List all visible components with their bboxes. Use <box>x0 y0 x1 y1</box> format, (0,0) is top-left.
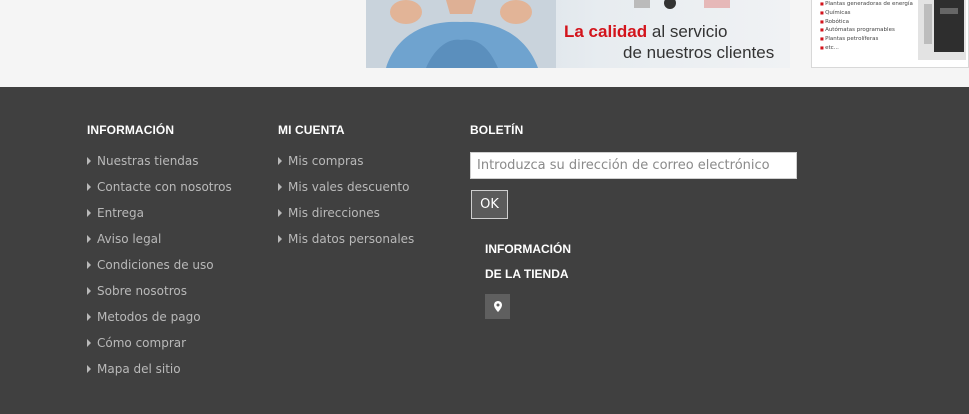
caret-right-icon <box>87 261 91 269</box>
caret-right-icon <box>87 183 91 191</box>
side-list-item: Químicas <box>820 9 913 18</box>
side-list-item: Plantas petrolíferas <box>820 35 913 44</box>
banner-person-image <box>366 0 556 68</box>
info-link[interactable]: Condiciones de uso <box>87 258 232 284</box>
account-link[interactable]: Mis compras <box>278 154 414 180</box>
side-banner[interactable]: Plantas generadoras de energíaQuímicasRo… <box>811 0 969 68</box>
info-link[interactable]: Contacte con nosotros <box>87 180 232 206</box>
account-link-label: Mis vales descuento <box>288 180 410 194</box>
info-link[interactable]: Metodos de pago <box>87 310 232 336</box>
caret-right-icon <box>87 157 91 165</box>
banner-subline: de nuestros clientes <box>623 43 775 62</box>
info-link-label: Entrega <box>97 206 144 220</box>
info-link-label: Aviso legal <box>97 232 162 246</box>
device-image <box>918 0 966 60</box>
info-link-label: Contacte con nosotros <box>97 180 232 194</box>
promo-banner[interactable]: La calidad al servicio de nuestros clien… <box>366 0 790 68</box>
banner-headline: La calidad al servicio <box>564 22 728 41</box>
side-list-item: etc... <box>820 44 913 53</box>
newsletter-title: BOLETÍN <box>470 123 524 137</box>
side-list-item: Autómatas programables <box>820 26 913 35</box>
info-link[interactable]: Nuestras tiendas <box>87 154 232 180</box>
caret-right-icon <box>87 235 91 243</box>
info-links: Nuestras tiendas Contacte con nosotros Ent… <box>87 154 232 388</box>
account-link-label: Mis direcciones <box>288 206 380 220</box>
store-info-title-line2: DE LA TIENDA <box>485 267 569 281</box>
info-link-label: Condiciones de uso <box>97 258 214 272</box>
info-title: INFORMACIÓN <box>87 123 175 137</box>
footer: INFORMACIÓN Nuestras tiendas Contacte con… <box>0 87 969 414</box>
info-link[interactable]: Sobre nosotros <box>87 284 232 310</box>
info-link[interactable]: Mapa del sitio <box>87 362 232 388</box>
info-link[interactable]: Entrega <box>87 206 232 232</box>
account-title: MI CUENTA <box>278 123 345 137</box>
caret-right-icon <box>278 235 282 243</box>
caret-right-icon <box>278 209 282 217</box>
account-link-label: Mis datos personales <box>288 232 415 246</box>
side-list-item: Plantas generadoras de energía <box>820 0 913 9</box>
account-link[interactable]: Mis vales descuento <box>278 180 414 206</box>
side-list-item: Robótica <box>820 18 913 27</box>
info-link-label: Nuestras tiendas <box>97 154 199 168</box>
caret-right-icon <box>278 183 282 191</box>
account-link[interactable]: Mis direcciones <box>278 206 414 232</box>
newsletter-ok-button[interactable]: OK <box>471 190 508 219</box>
caret-right-icon <box>87 209 91 217</box>
account-link-label: Mis compras <box>288 154 364 168</box>
info-link-label: Mapa del sitio <box>97 362 181 376</box>
info-link-label: Cómo comprar <box>97 336 187 350</box>
caret-right-icon <box>87 339 91 347</box>
map-marker-icon[interactable] <box>485 294 510 319</box>
account-link[interactable]: Mis datos personales <box>278 232 414 258</box>
account-links: Mis compras Mis vales descuento Mis direcc… <box>278 154 414 258</box>
info-link[interactable]: Aviso legal <box>87 232 232 258</box>
info-link[interactable]: Cómo comprar <box>87 336 232 362</box>
cert-logos <box>634 0 730 9</box>
newsletter-email-input[interactable] <box>470 152 797 179</box>
caret-right-icon <box>87 365 91 373</box>
info-link-label: Sobre nosotros <box>97 284 187 298</box>
info-link-label: Metodos de pago <box>97 310 201 324</box>
caret-right-icon <box>278 157 282 165</box>
side-banner-list: Plantas generadoras de energíaQuímicasRo… <box>820 0 913 53</box>
store-info-title-line1: INFORMACIÓN <box>485 242 571 256</box>
caret-right-icon <box>87 287 91 295</box>
caret-right-icon <box>87 313 91 321</box>
